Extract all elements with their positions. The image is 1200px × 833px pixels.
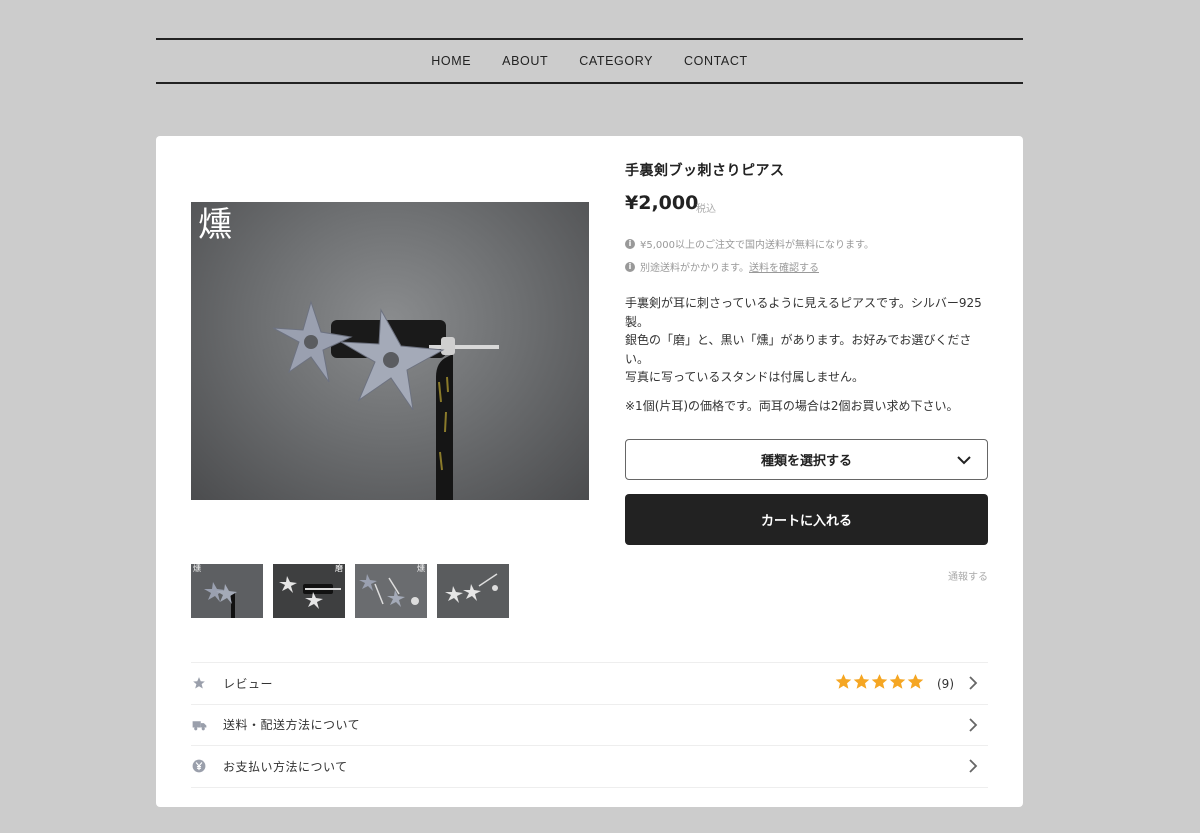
payment-info-label: お支払い方法について [223,759,348,774]
variant-select-label: 種類を選択する [760,454,852,469]
review-count: (9) [937,677,954,691]
info-icon: i [625,261,635,272]
review-row-label: レビュー [223,676,274,691]
chevron-down-icon [957,456,971,465]
chevron-right-icon [969,676,978,690]
thumbnail-2[interactable]: 磨 [273,564,345,618]
star-filled-icon [889,674,906,689]
chevron-right-icon [969,759,978,773]
shipping-fee-note: i 別途送料がかかります。 送料を確認する [625,259,819,274]
info-rows: レビュー (9) 送料・配送方法について お支払い方法について [191,662,988,788]
shipping-info-row[interactable]: 送料・配送方法について [191,705,988,746]
description-note: ※1個(片耳)の価格です。両耳の場合は2個お買い求め下さい。 [625,398,959,413]
star-filled-icon [907,674,924,689]
free-shipping-note: i ¥5,000以上のご注文で国内送料が無料になります。 [625,236,874,251]
star-icon [191,676,207,690]
report-link[interactable]: 通報する [948,568,988,583]
free-shipping-text: ¥5,000以上のご注文で国内送料が無料になります。 [640,240,874,251]
main-product-image[interactable]: 燻 [191,202,589,500]
product-card: 燻 燻 磨 燻 手裏剣ブッ刺さりピアス ¥2,000 税込 i ¥5,000以上… [156,136,1023,807]
nav-contact-link[interactable]: CONTACT [684,54,748,68]
rating-stars [835,673,924,690]
review-row[interactable]: レビュー (9) [191,663,988,705]
thumbnail-3-mark: 燻 [417,564,425,573]
yen-icon [191,759,207,773]
nav-bottom-border [156,82,1023,84]
product-description: 手裏剣が耳に刺さっているように見えるピアスです。シルバー925製。 銀色の「磨」… [625,294,987,415]
truck-icon [191,719,207,731]
thumbnail-2-mark: 磨 [335,564,343,573]
star-filled-icon [835,674,852,689]
add-to-cart-button[interactable]: カートに入れる [625,494,988,545]
nav-category-link[interactable]: CATEGORY [579,54,653,68]
product-price: ¥2,000 [625,192,699,214]
thumbnail-4[interactable] [437,564,509,618]
main-nav: HOME ABOUT CATEGORY CONTACT [156,40,1023,82]
thumbnail-1-illustration [204,582,237,618]
shipping-fee-text: 別途送料がかかります。 [640,263,749,274]
thumbnail-1[interactable]: 燻 [191,564,263,618]
variant-select[interactable]: 種類を選択する [625,439,988,480]
product-title: 手裏剣ブッ刺さりピアス [625,163,785,179]
thumbnail-1-mark: 燻 [193,564,201,573]
thumbnail-4-illustration [445,573,498,603]
tax-label: 税込 [696,204,716,215]
info-icon: i [625,238,635,249]
nav-about-link[interactable]: ABOUT [502,54,548,68]
description-line-2: 銀色の「磨」と、黒い「燻」があります。お好みでお選びください。 [625,333,972,366]
description-line-3: 写真に写っているスタンドは付属しません。 [625,370,865,384]
description-line-1: 手裏剣が耳に刺さっているように見えるピアスです。シルバー925製。 [625,296,982,329]
thumbnail-3[interactable]: 燻 [355,564,427,618]
check-shipping-link[interactable]: 送料を確認する [749,259,819,274]
main-image-stamp: 燻 [198,205,232,245]
star-filled-icon [853,674,870,689]
nav-home-link[interactable]: HOME [431,54,471,68]
shipping-info-label: 送料・配送方法について [223,718,361,733]
thumbnail-strip: 燻 磨 燻 [191,564,509,618]
star-filled-icon [871,674,888,689]
product-photo-illustration [272,300,499,500]
payment-info-row[interactable]: お支払い方法について [191,746,988,788]
chevron-right-icon [969,717,978,732]
